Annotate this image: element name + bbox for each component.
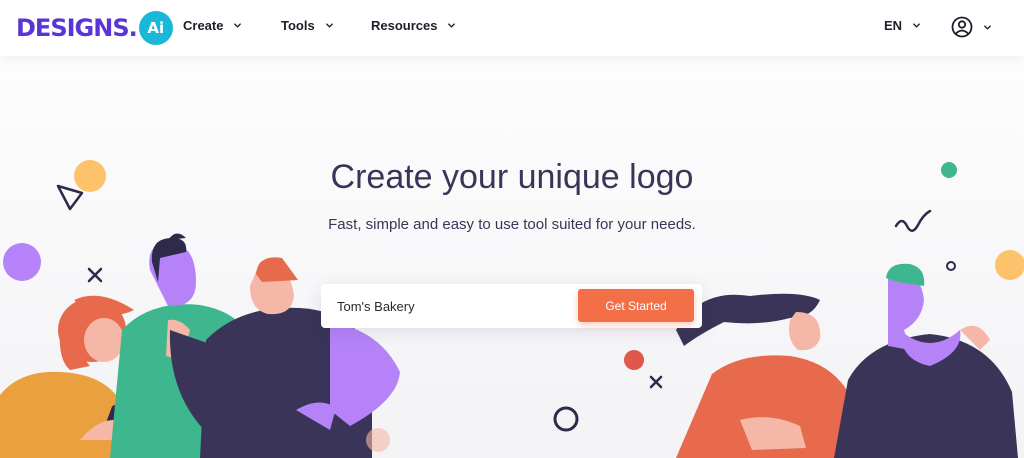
top-navbar: DESIGNS . Ai Create Tools Resources EN — [0, 0, 1024, 56]
nav-tools-menu[interactable]: Tools — [281, 18, 334, 33]
language-label: EN — [884, 18, 903, 33]
logo-dot: . — [128, 14, 138, 42]
account-menu[interactable] — [951, 16, 992, 38]
nav-create-menu[interactable]: Create — [183, 18, 242, 33]
man-green-hair-figure — [834, 263, 1018, 458]
nav-resources-menu[interactable]: Resources — [371, 18, 456, 33]
designs-ai-logo[interactable]: DESIGNS . Ai — [16, 9, 173, 47]
logo-ai-badge: Ai — [138, 11, 173, 45]
cross-shape-left — [87, 267, 103, 283]
chevron-down-icon — [325, 23, 333, 28]
cross-shape-right — [649, 375, 663, 389]
brand-name-input[interactable] — [337, 296, 567, 316]
orange-circle-shape-right — [995, 250, 1024, 280]
nav-resources-label: Resources — [371, 18, 438, 33]
chevron-down-icon — [448, 23, 456, 28]
get-started-button[interactable]: Get Started — [578, 289, 694, 322]
ring-shape-small — [946, 261, 956, 271]
purple-circle-shape — [3, 243, 41, 281]
chevron-down-icon — [234, 23, 242, 28]
ring-shape-large — [553, 406, 579, 432]
nav-create-label: Create — [183, 18, 224, 33]
chevron-down-icon — [913, 23, 920, 28]
chevron-down-icon — [984, 24, 991, 30]
language-selector[interactable]: EN — [884, 18, 921, 33]
hero-title: Create your unique logo — [330, 158, 694, 196]
hero-subtitle: Fast, simple and easy to use tool suited… — [328, 216, 696, 233]
nav-tools-label: Tools — [281, 18, 315, 33]
red-dot-shape — [624, 350, 644, 370]
logo-name-form: Get Started — [321, 284, 702, 328]
user-circle-icon — [951, 16, 973, 38]
logo-wordmark: DESIGNS — [16, 14, 130, 42]
